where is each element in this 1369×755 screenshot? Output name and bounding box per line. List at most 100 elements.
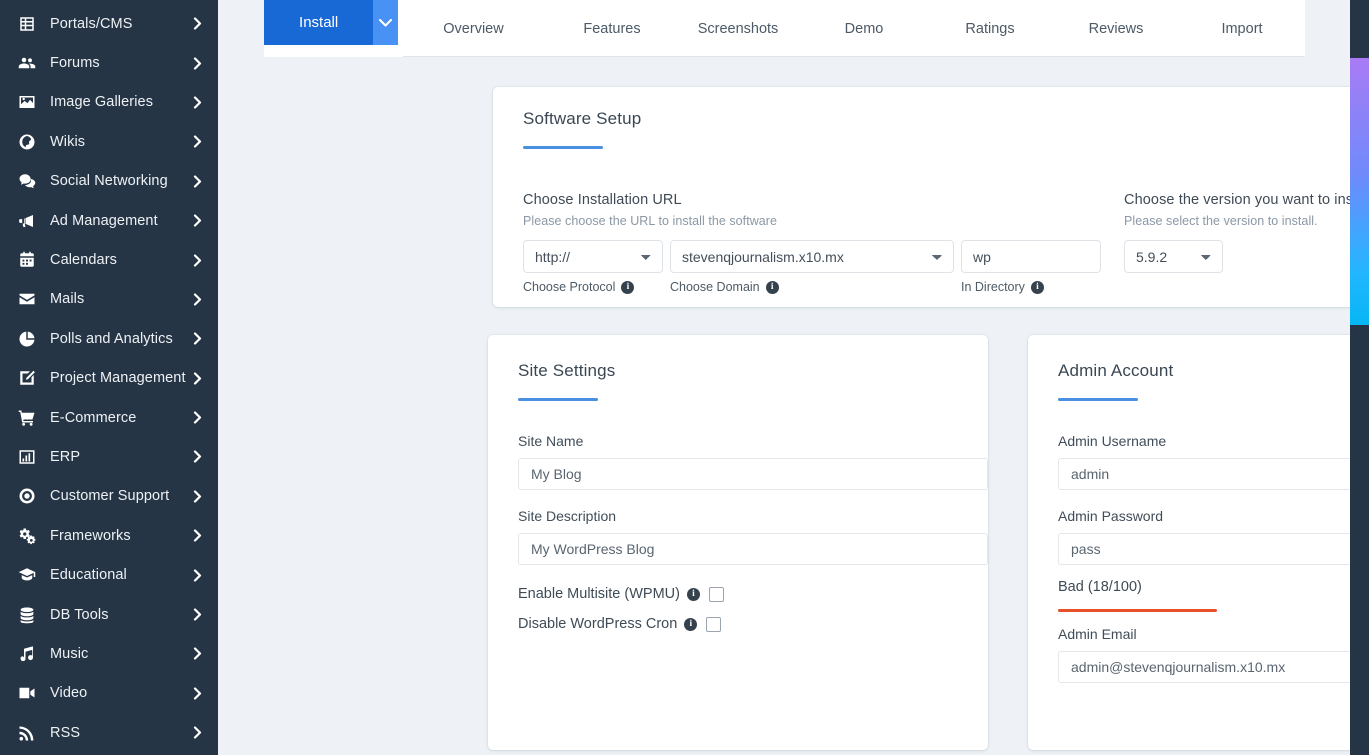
info-circle-icon[interactable]: i (686, 587, 700, 601)
site-name-input[interactable] (518, 458, 988, 490)
installation-url-hint: Please choose the URL to install the sof… (523, 214, 778, 228)
sidebar-item-mails[interactable]: Mails (0, 280, 218, 319)
chevron-right-icon[interactable] (193, 411, 204, 424)
pencil-square-icon (16, 368, 38, 388)
chevron-right-icon[interactable] (193, 647, 204, 661)
tab-label: Screenshots (697, 20, 779, 37)
sidebar-item-e-commerce[interactable]: E-Commerce (0, 398, 218, 437)
graduation-cap-icon (16, 565, 38, 585)
sidebar-item-label: Music (50, 645, 89, 662)
chevron-right-icon[interactable] (193, 687, 204, 700)
sidebar-item-label: E-Commerce (50, 409, 137, 426)
tab-label: Ratings (965, 20, 1015, 37)
cron-checkbox[interactable] (706, 616, 722, 632)
chevron-right-icon[interactable] (193, 569, 204, 582)
chevron-right-icon[interactable] (193, 608, 204, 621)
admin-username-input[interactable] (1058, 458, 1369, 490)
sidebar-item-frameworks[interactable]: Frameworks (0, 516, 218, 555)
domain-sublabel: Choose Domain i (670, 280, 961, 294)
info-circle-icon[interactable]: i (765, 280, 779, 294)
site-description-input[interactable] (518, 533, 988, 565)
sidebar-item-label: Ad Management (50, 212, 158, 229)
installation-url-group: Choose Installation URL Please choose th… (523, 192, 1123, 294)
password-strength-text: Bad (18/100) (1058, 579, 1142, 595)
tab-features[interactable]: Features (549, 0, 675, 57)
site-description-group: Site Description (518, 508, 988, 565)
directory-input[interactable] (961, 240, 1101, 273)
tab-label: Features (583, 20, 641, 37)
sidebar-item-video[interactable]: Video (0, 674, 218, 713)
install-button[interactable]: Install (264, 0, 374, 45)
domain-select[interactable]: stevenqjournalism.x10.mx (670, 240, 954, 273)
pie-chart-icon (16, 329, 38, 349)
chevron-right-icon[interactable] (193, 214, 204, 227)
sidebar-item-label: Image Galleries (50, 94, 154, 111)
info-circle-icon[interactable]: i (1030, 280, 1044, 294)
users-group-icon (16, 53, 38, 73)
sidebar-item-image-galleries[interactable]: Image Galleries (0, 83, 218, 122)
tab-import[interactable]: Import (1179, 0, 1305, 57)
main-content: Install Overview Features Screenshots Demo R… (218, 0, 1369, 755)
envelope-icon (16, 289, 38, 309)
sidebar-item-music[interactable]: Music (0, 634, 218, 673)
sidebar-item-project-management[interactable]: Project Management (0, 359, 218, 398)
tab-demo[interactable]: Demo (801, 0, 927, 57)
sidebar-item-label: Wikis (50, 133, 86, 150)
chevron-right-icon[interactable] (193, 490, 204, 503)
sidebar-item-customer-support[interactable]: Customer Support (0, 477, 218, 516)
sidebar-item-db-tools[interactable]: DB Tools (0, 595, 218, 634)
sidebar-item-rss[interactable]: RSS (0, 713, 218, 752)
chevron-right-icon[interactable] (193, 726, 204, 739)
installation-url-label: Choose Installation URL (523, 192, 682, 208)
tab-reviews[interactable]: Reviews (1053, 0, 1179, 57)
chevron-right-icon[interactable] (193, 17, 204, 30)
title-underline (523, 146, 603, 149)
chevron-right-icon[interactable] (193, 293, 204, 306)
cron-label: Disable WordPress Cron (518, 616, 678, 632)
calendar-icon (16, 250, 38, 270)
tab-label: Overview (443, 20, 504, 37)
software-setup-card: Software Setup Quick Install Choose Inst… (493, 87, 1369, 307)
sidebar-item-social-networking[interactable]: Social Networking (0, 162, 218, 201)
sidebar-item-label: Calendars (50, 252, 117, 269)
chevron-right-icon[interactable] (193, 175, 204, 188)
chevron-right-icon[interactable] (193, 529, 204, 542)
multisite-checkbox[interactable] (708, 586, 724, 602)
software-setup-title: Software Setup (523, 109, 642, 128)
sidebar-item-polls-and-analytics[interactable]: Polls and Analytics (0, 319, 218, 358)
gears-icon (16, 526, 38, 546)
info-circle-icon[interactable]: i (621, 280, 635, 294)
sidebar-item-wikis[interactable]: Wikis (0, 122, 218, 161)
tab-ratings[interactable]: Ratings (927, 0, 1053, 57)
page-scrollbar-track[interactable] (1350, 0, 1369, 755)
sidebar-item-educational[interactable]: Educational (0, 555, 218, 594)
chevron-right-icon[interactable] (193, 56, 204, 70)
info-circle-icon[interactable]: i (684, 617, 698, 631)
tab-label: Import (1221, 20, 1263, 37)
chevron-right-icon[interactable] (193, 135, 204, 148)
sidebar-item-calendars[interactable]: Calendars (0, 240, 218, 279)
tab-screenshots[interactable]: Screenshots (675, 0, 801, 57)
chevron-right-icon[interactable] (193, 372, 204, 385)
sidebar-item-label: Portals/CMS (50, 15, 133, 32)
site-name-group: Site Name (518, 433, 988, 490)
sidebar-item-portals-cms[interactable]: Portals/CMS (0, 4, 218, 43)
version-label: Choose the version you want to install (1124, 192, 1369, 208)
tab-bar: Install Overview Features Screenshots Demo R… (264, 0, 1305, 57)
sidebar-item-ad-management[interactable]: Ad Management (0, 201, 218, 240)
chevron-right-icon[interactable] (193, 253, 204, 267)
tab-overview[interactable]: Overview (398, 0, 549, 57)
install-dropdown-toggle[interactable] (373, 0, 398, 45)
protocol-select[interactable]: http://http://www.https://https://www. (523, 240, 663, 273)
shopping-cart-icon (16, 408, 38, 428)
admin-email-input[interactable] (1058, 651, 1369, 683)
page-scrollbar-thumb[interactable] (1350, 58, 1369, 325)
admin-password-input[interactable] (1058, 533, 1369, 565)
sidebar-item-erp[interactable]: ERP (0, 437, 218, 476)
image-icon (16, 92, 38, 112)
version-select[interactable]: 5.9.2 (1124, 240, 1223, 273)
chevron-right-icon[interactable] (193, 450, 204, 464)
sidebar-item-forums[interactable]: Forums (0, 43, 218, 82)
chevron-right-icon[interactable] (193, 332, 204, 345)
chevron-right-icon[interactable] (193, 96, 204, 109)
